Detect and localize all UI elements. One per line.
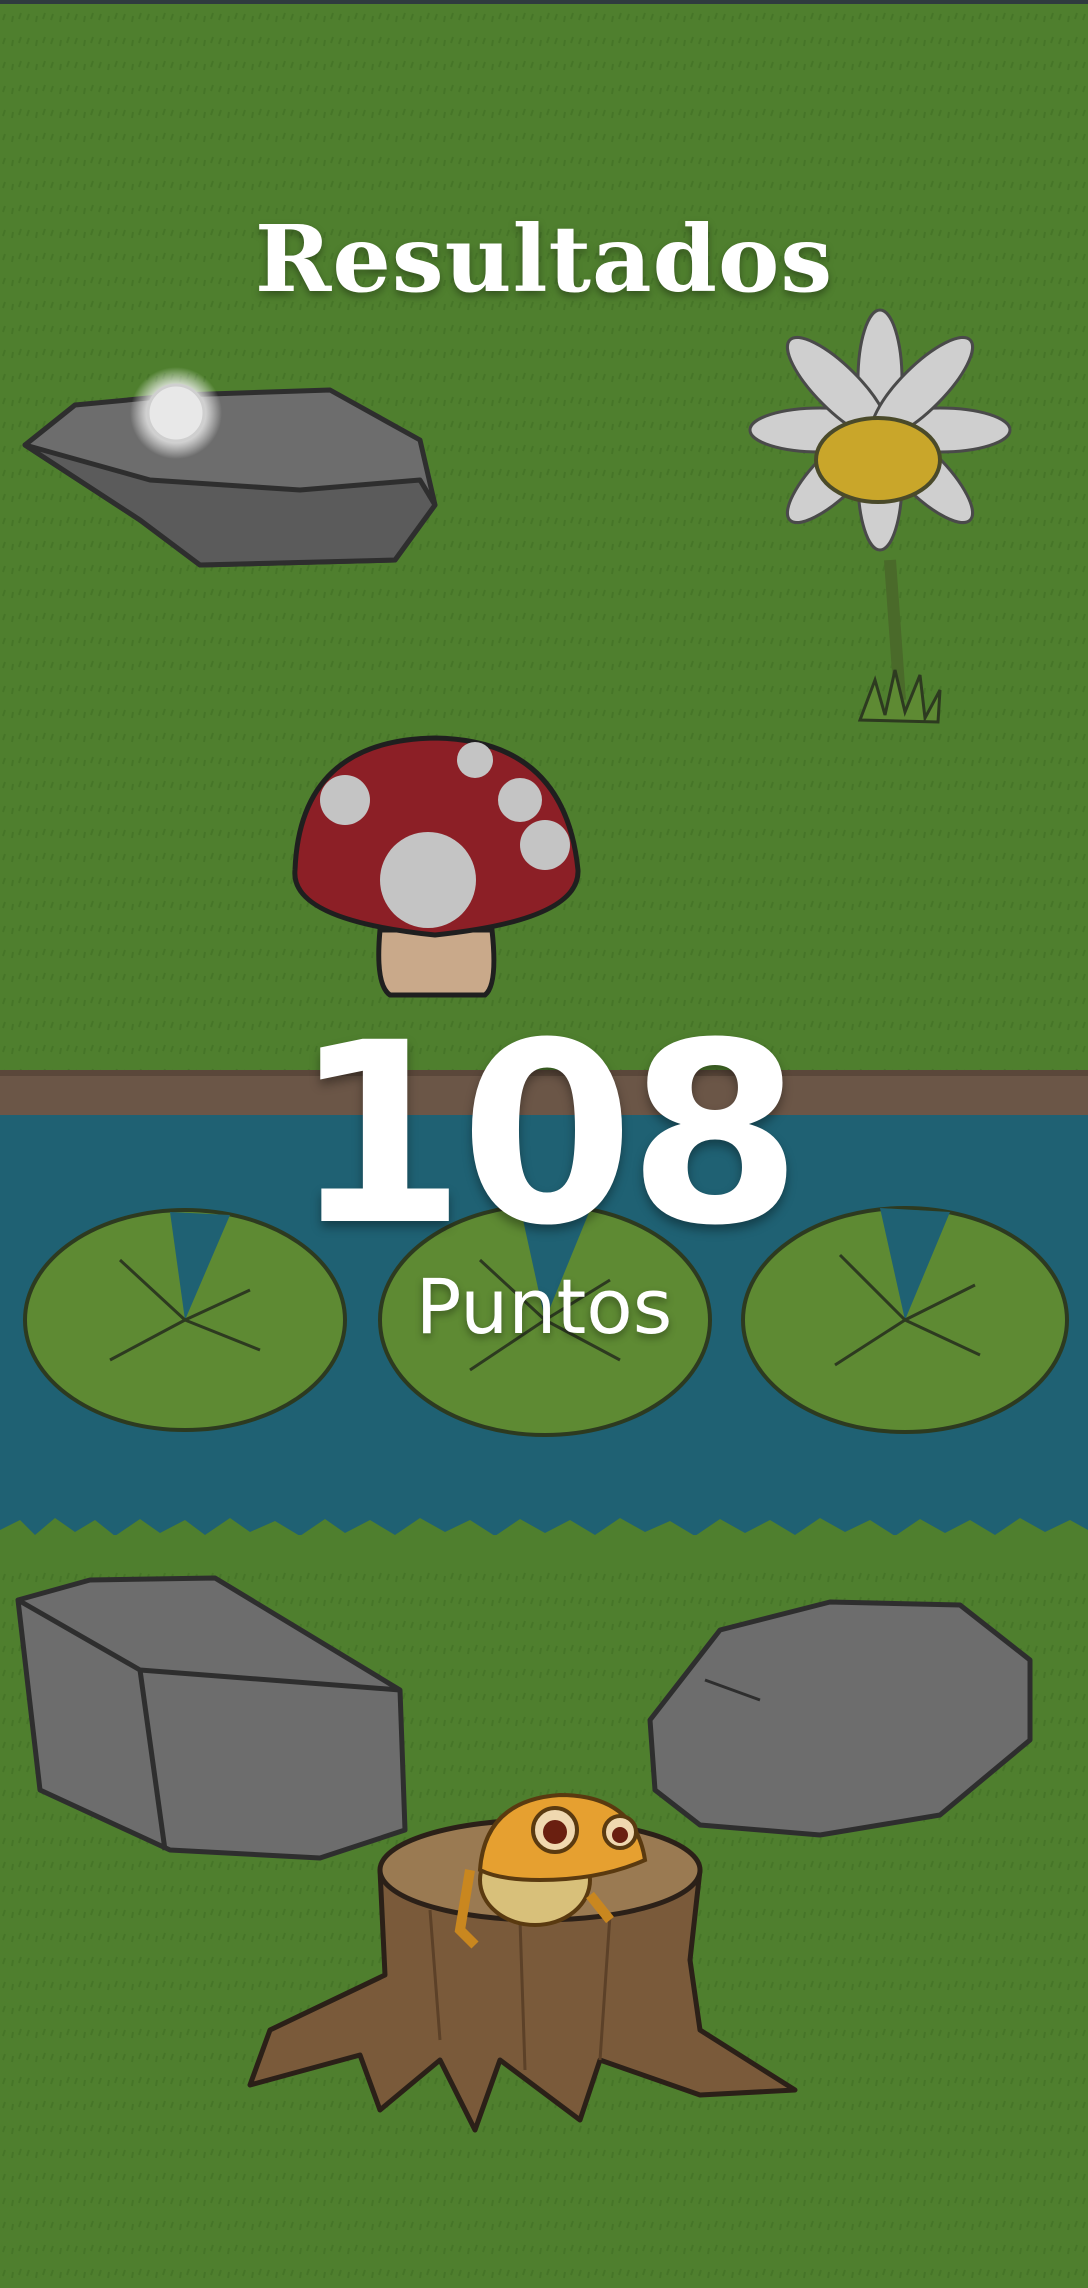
score-label: Puntos xyxy=(415,1262,673,1351)
score-value: 108 xyxy=(292,989,802,1280)
results-screen: Resultados 108 Puntos xyxy=(0,0,1088,2288)
results-title: Resultados xyxy=(254,205,834,313)
glowing-orb-icon xyxy=(130,367,222,459)
